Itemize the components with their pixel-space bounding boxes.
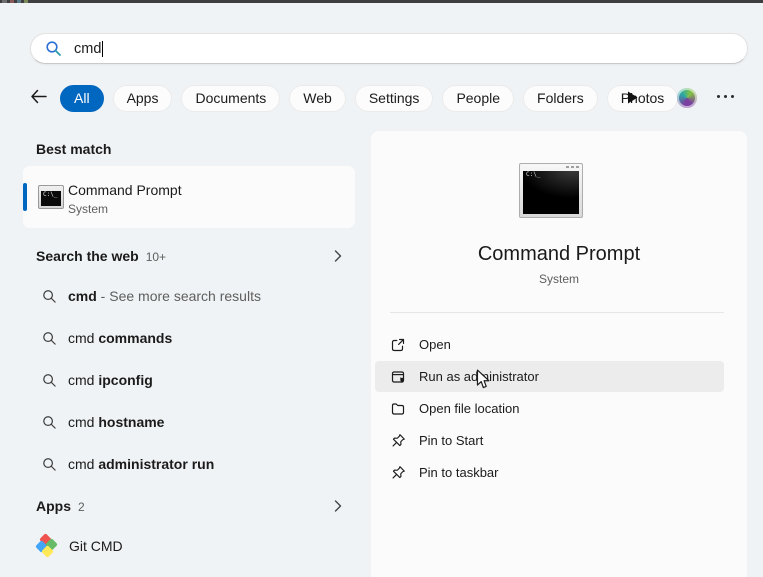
background-window-edge (17, 0, 21, 3)
suggestion-text: cmd ipconfig (68, 372, 153, 388)
apps-count: 2 (78, 500, 85, 514)
filter-tab-bar: All Apps Documents Web Settings People F… (30, 84, 687, 112)
best-match-title: Command Prompt (68, 182, 182, 198)
suggestion-query: cmd (68, 372, 99, 388)
run-as-admin-icon (390, 369, 406, 385)
filter-tab-all[interactable]: All (60, 84, 104, 112)
search-icon (45, 40, 62, 57)
command-prompt-icon: C:\_ (38, 185, 64, 209)
search-icon (42, 289, 57, 304)
best-match-subtitle: System (68, 202, 109, 216)
suggestion-completion: administrator run (98, 456, 215, 472)
action-label: Open file location (419, 401, 520, 416)
search-the-web-label: Search the web (36, 248, 139, 264)
suggestion-text: cmd - See more search results (68, 288, 261, 304)
action-pin-to-start[interactable]: Pin to Start (375, 425, 724, 456)
action-pin-to-taskbar[interactable]: Pin to taskbar (375, 457, 724, 488)
suggestion-query: cmd (68, 330, 99, 346)
suggestion-query: cmd (68, 456, 99, 472)
background-window-edge (0, 0, 763, 3)
filter-tab-people[interactable]: People (442, 84, 515, 112)
filter-tab-photos[interactable]: Photos (606, 84, 679, 112)
app-result-git-cmd[interactable]: Git CMD (23, 531, 355, 561)
web-suggestion-row[interactable]: cmd commands (23, 323, 355, 353)
selection-accent-bar (23, 183, 27, 211)
account-avatar[interactable] (677, 88, 697, 108)
action-label: Pin to Start (419, 433, 484, 448)
action-label: Open (419, 337, 451, 352)
search-icon (42, 373, 57, 388)
suggestion-text: cmd hostname (68, 414, 164, 430)
folder-icon (390, 401, 406, 417)
suggestion-text: cmd commands (68, 330, 172, 346)
search-query-text: cmd (74, 40, 102, 57)
preview-app-subtitle: System (538, 272, 579, 286)
background-window-edge (24, 0, 28, 3)
preview-app-title: Command Prompt (477, 243, 641, 265)
action-open[interactable]: Open (375, 329, 724, 360)
command-prompt-icon-large: C:\_ (519, 163, 583, 218)
suggestion-text: cmd administrator run (68, 456, 214, 472)
more-options-icon[interactable] (717, 95, 734, 98)
filter-tab-apps[interactable]: Apps (112, 84, 173, 112)
cmd-glyph: C:\_ (523, 171, 579, 214)
web-suggestion-row[interactable]: cmd - See more search results (23, 281, 355, 311)
search-icon (42, 415, 57, 430)
suggestion-completion: commands (98, 330, 173, 346)
web-suggestion-row[interactable]: cmd ipconfig (23, 365, 355, 395)
git-cmd-icon (35, 533, 60, 558)
more-filters-button[interactable] (627, 91, 638, 107)
search-icon (42, 331, 57, 346)
back-button[interactable] (30, 89, 47, 107)
pin-icon (390, 465, 406, 480)
back-arrow-icon (30, 89, 47, 107)
suggestion-query: cmd (68, 414, 99, 430)
filter-tab-web[interactable]: Web (289, 84, 346, 112)
search-input[interactable]: cmd (30, 33, 748, 64)
apps-header: Apps 2 (36, 498, 85, 514)
suggestion-completion: - See more search results (96, 288, 261, 304)
action-run-as-administrator[interactable]: Run as administrator (375, 361, 724, 392)
suggestion-completion: hostname (98, 414, 165, 430)
best-match-header-label: Best match (36, 141, 112, 157)
divider (390, 312, 724, 313)
text-caret (102, 40, 104, 57)
best-match-result[interactable]: C:\_ Command Prompt System (23, 166, 355, 228)
filter-tab-documents[interactable]: Documents (181, 84, 281, 112)
best-match-header: Best match (36, 141, 111, 157)
web-suggestion-row[interactable]: cmd hostname (23, 407, 355, 437)
apps-header-label: Apps (36, 498, 71, 514)
apps-expand-chevron-icon[interactable] (334, 500, 342, 512)
background-window-edge (10, 0, 14, 3)
web-suggestion-row[interactable]: cmd administrator run (23, 449, 355, 479)
search-the-web-count: 10+ (145, 250, 167, 264)
suggestion-completion: ipconfig (98, 372, 153, 388)
mouse-cursor (476, 369, 490, 395)
windows-search-flyout: { "search_bar": { "value": "cmd" }, "fil… (0, 0, 763, 577)
background-window-edge (2, 0, 7, 3)
pin-icon (390, 433, 406, 448)
play-triangle-icon (627, 91, 638, 107)
action-open-file-location[interactable]: Open file location (375, 393, 724, 424)
open-external-icon (390, 337, 406, 353)
search-icon (42, 457, 57, 472)
suggestion-query: cmd (68, 288, 97, 304)
filter-tab-folders[interactable]: Folders (523, 84, 598, 112)
search-the-web-expand-chevron-icon[interactable] (334, 250, 342, 262)
app-result-title: Git CMD (69, 538, 123, 554)
action-label: Pin to taskbar (419, 465, 499, 480)
filter-tab-settings[interactable]: Settings (354, 84, 434, 112)
search-the-web-header: Search the web 10+ (36, 248, 166, 264)
result-preview-panel: C:\_ Command Prompt System Open Run as a… (371, 131, 747, 577)
